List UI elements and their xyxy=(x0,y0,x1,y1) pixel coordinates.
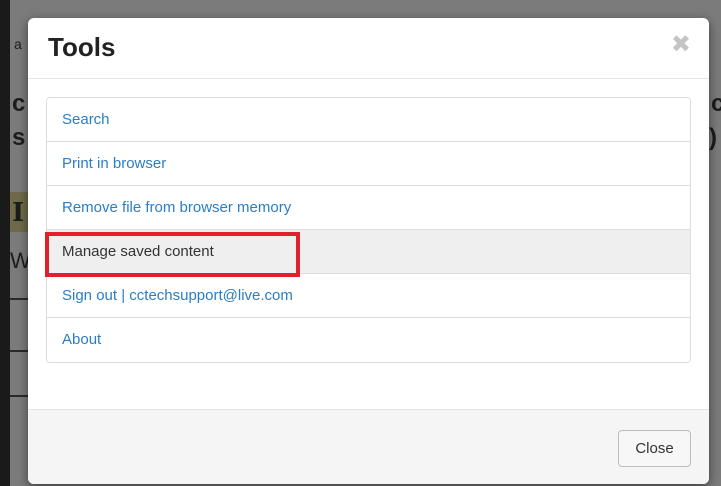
tools-item-sign-out[interactable]: Sign out | cctechsupport@live.com xyxy=(47,274,690,318)
background-divider xyxy=(10,395,30,397)
background-text-fragment: a xyxy=(14,36,22,52)
background-text-fragment: s xyxy=(12,124,26,151)
background-divider xyxy=(10,350,30,352)
tools-item-search[interactable]: Search xyxy=(47,98,690,142)
tools-list: Search Print in browser Remove file from… xyxy=(46,97,691,363)
tools-item-remove-file[interactable]: Remove file from browser memory xyxy=(47,186,690,230)
close-button[interactable]: Close xyxy=(618,430,691,467)
tools-item-about[interactable]: About xyxy=(47,318,690,362)
modal-header: Tools ✖ xyxy=(28,18,709,79)
background-text-fragment: I xyxy=(12,198,25,228)
close-icon[interactable]: ✖ xyxy=(671,32,691,56)
background-divider xyxy=(10,298,30,300)
tools-item-print-in-browser[interactable]: Print in browser xyxy=(47,142,690,186)
background-text-fragment: c xyxy=(711,90,721,117)
tools-modal: Tools ✖ Search Print in browser Remove f… xyxy=(28,18,709,484)
background-text-fragment: c xyxy=(12,90,26,117)
background-text-fragment: ) xyxy=(709,124,717,151)
modal-title: Tools xyxy=(48,32,116,62)
modal-footer: Close xyxy=(28,409,709,484)
tools-item-manage-saved-content[interactable]: Manage saved content xyxy=(47,230,690,274)
